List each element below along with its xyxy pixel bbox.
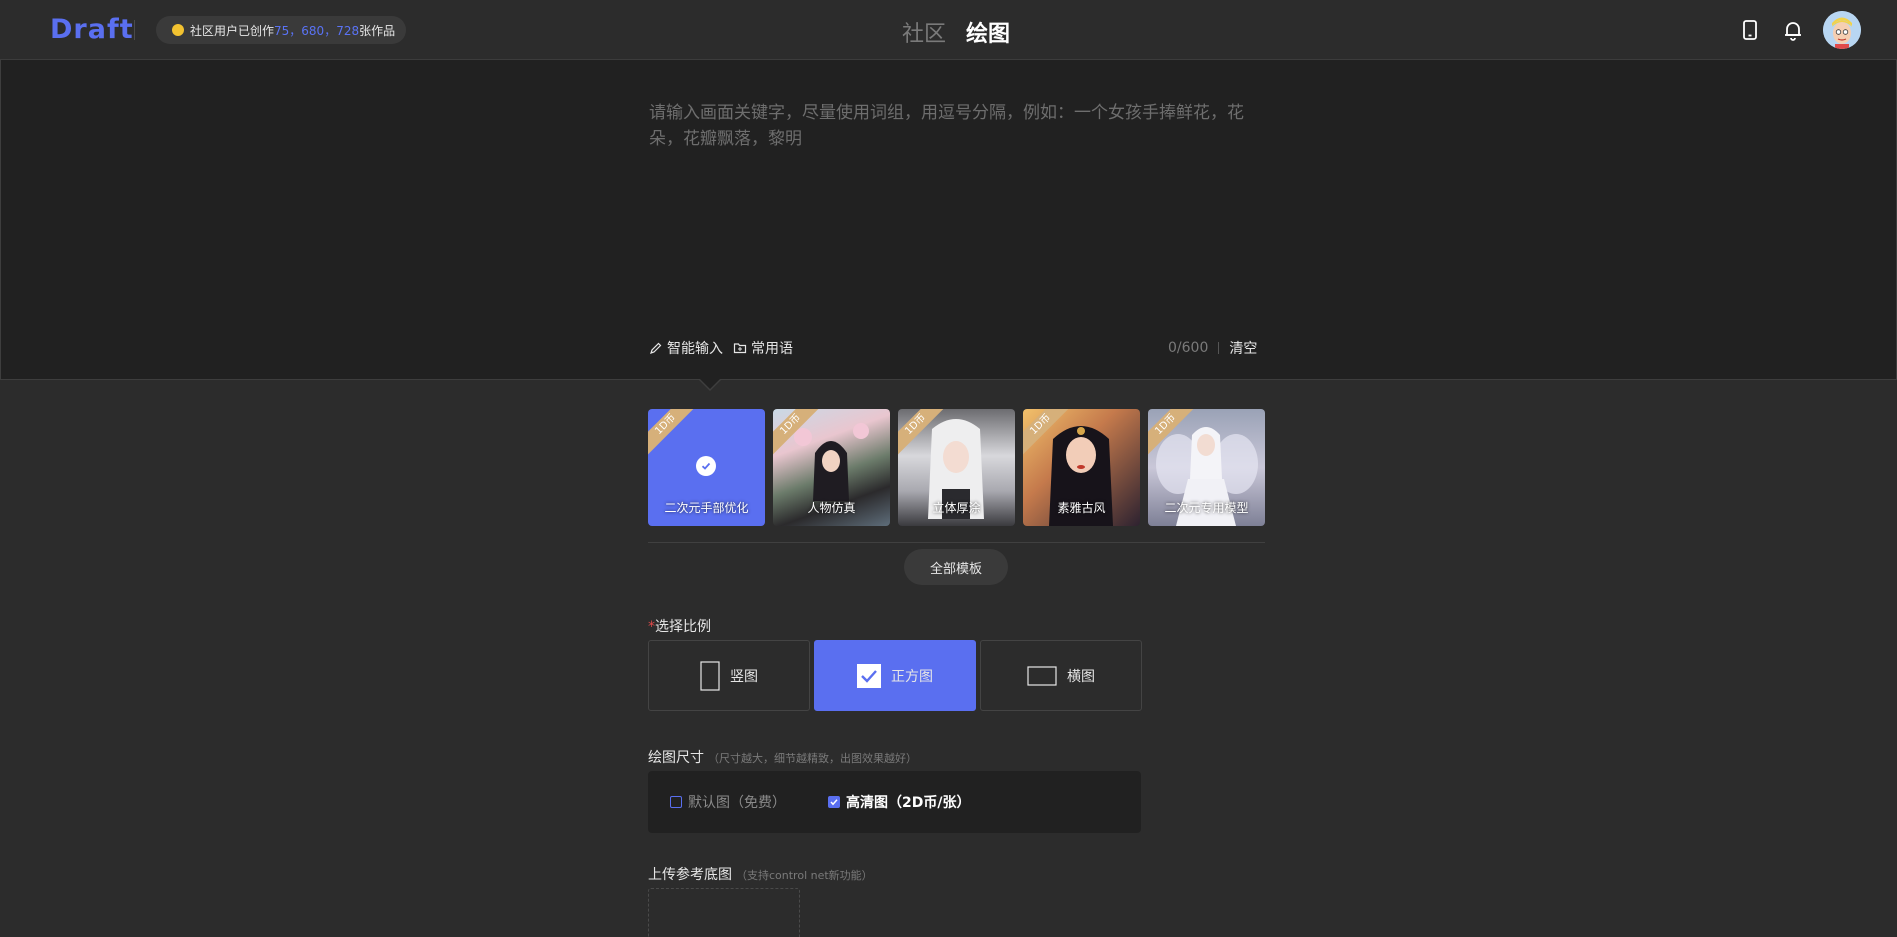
template-label: 二次元手部优化 bbox=[664, 501, 749, 515]
template-label: 素雅古风 bbox=[1057, 501, 1106, 515]
prompt-tools: 智能输入 常用语 bbox=[649, 338, 793, 358]
tablet-icon[interactable] bbox=[1738, 18, 1762, 42]
ratio-portrait-label: 竖图 bbox=[730, 668, 758, 685]
size-options: 默认图（免费） 高清图（2D币/张） bbox=[648, 771, 1141, 833]
template-card[interactable]: 1D币 人物仿真 bbox=[773, 409, 890, 526]
template-list: 1D币 二次元手部优化 1D币 人物仿真 1D币 立体厚涂 1D币 素雅古风 1… bbox=[648, 409, 1265, 526]
template-label: 立体厚涂 bbox=[932, 501, 981, 515]
top-header: Draft 社区用户已创作 75，680，728 张作品 社区 绘图 bbox=[0, 0, 1897, 60]
prompt-pointer bbox=[700, 379, 720, 389]
ratio-landscape-label: 横图 bbox=[1067, 668, 1095, 685]
landscape-rect-icon bbox=[1027, 665, 1057, 686]
ratio-options: 竖图 正方图 横图 bbox=[648, 640, 1142, 711]
template-label: 人物仿真 bbox=[807, 501, 856, 515]
templates-divider bbox=[648, 542, 1265, 543]
ratio-portrait-button[interactable]: 竖图 bbox=[648, 640, 810, 711]
size-hd-option[interactable]: 高清图（2D币/张） bbox=[828, 792, 970, 812]
ratio-landscape-button[interactable]: 横图 bbox=[980, 640, 1142, 711]
avatar-face-icon bbox=[1823, 11, 1861, 49]
template-card[interactable]: 1D币 素雅古风 bbox=[1023, 409, 1140, 526]
pencil-icon bbox=[650, 342, 662, 354]
header-divider bbox=[134, 20, 135, 40]
community-stats-suffix: 张作品 bbox=[359, 23, 396, 38]
template-card[interactable]: 1D币 立体厚涂 bbox=[898, 409, 1015, 526]
size-hd-label: 高清图（2D币/张） bbox=[846, 795, 971, 811]
upload-label: 上传参考底图 bbox=[648, 867, 732, 883]
avatar[interactable] bbox=[1823, 11, 1861, 49]
ratio-square-label: 正方图 bbox=[891, 668, 933, 685]
size-default-option[interactable]: 默认图（免费） bbox=[670, 792, 786, 812]
price-badge: 1D币 bbox=[648, 409, 700, 459]
required-mark: * bbox=[648, 619, 655, 635]
smart-input-button[interactable]: 智能输入 bbox=[649, 338, 723, 358]
check-circle-icon bbox=[696, 456, 716, 476]
counter-divider bbox=[1218, 342, 1220, 354]
template-card[interactable]: 1D币 二次元专用模型 bbox=[1148, 409, 1265, 526]
prompt-textarea[interactable] bbox=[649, 100, 1269, 280]
portrait-rect-icon bbox=[700, 660, 720, 691]
folder-icon bbox=[733, 343, 747, 354]
size-default-label: 默认图（免费） bbox=[688, 795, 786, 811]
ratio-square-button[interactable]: 正方图 bbox=[814, 640, 976, 711]
size-label: 绘图尺寸 bbox=[648, 750, 704, 766]
char-counter: 0/600 bbox=[1168, 340, 1209, 356]
prompt-panel: 智能输入 常用语 0/600 清空 bbox=[0, 60, 1897, 380]
char-counter-group: 0/600 清空 bbox=[1168, 338, 1257, 358]
tab-draw[interactable]: 绘图 bbox=[966, 16, 1010, 48]
community-stats-pill: 社区用户已创作 75，680，728 张作品 bbox=[156, 16, 406, 44]
smile-emoji-icon bbox=[172, 24, 184, 36]
main-nav: 社区 绘图 bbox=[902, 16, 1010, 48]
upload-hint: （支持control net新功能） bbox=[736, 869, 873, 882]
ratio-label: 选择比例 bbox=[655, 619, 711, 635]
common-phrases-button[interactable]: 常用语 bbox=[733, 338, 793, 358]
ratio-section-label: *选择比例 bbox=[648, 616, 711, 636]
checkbox-checked-icon bbox=[828, 796, 840, 808]
upload-section-label: 上传参考底图 （支持control net新功能） bbox=[648, 864, 873, 884]
common-phrases-label: 常用语 bbox=[751, 341, 793, 357]
community-stats-prefix: 社区用户已创作 bbox=[190, 23, 275, 38]
checked-square-icon bbox=[857, 663, 881, 688]
size-section-label: 绘图尺寸 （尺寸越大，细节越精致，出图效果越好） bbox=[648, 747, 917, 767]
all-templates-button[interactable]: 全部模板 bbox=[904, 549, 1008, 585]
size-hint: （尺寸越大，细节越精致，出图效果越好） bbox=[708, 752, 917, 765]
template-card[interactable]: 1D币 二次元手部优化 bbox=[648, 409, 765, 526]
template-label: 二次元专用模型 bbox=[1164, 501, 1249, 515]
bell-icon[interactable] bbox=[1781, 18, 1805, 42]
smart-input-label: 智能输入 bbox=[667, 341, 723, 357]
upload-dropzone[interactable] bbox=[648, 888, 800, 937]
draft-logo[interactable]: Draft bbox=[50, 14, 134, 45]
tab-community[interactable]: 社区 bbox=[902, 16, 946, 48]
clear-button[interactable]: 清空 bbox=[1229, 338, 1257, 358]
checkbox-unchecked-icon bbox=[670, 796, 682, 808]
community-stats-count: 75，680，728 bbox=[274, 23, 360, 38]
